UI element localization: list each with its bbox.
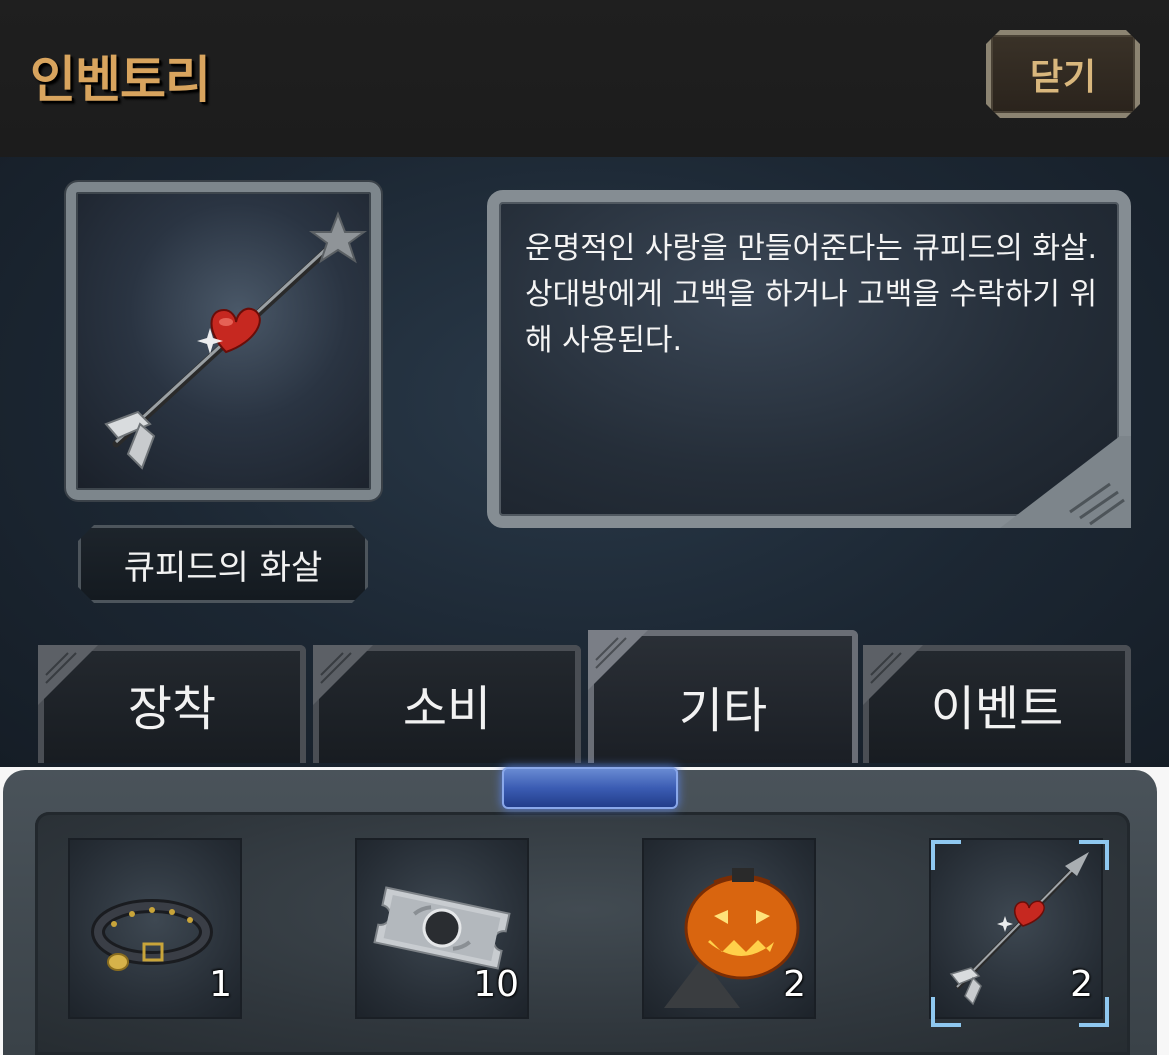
tab-corner-icon bbox=[863, 645, 923, 705]
item-description: 운명적인 사랑을 만들어준다는 큐피드의 화살. 상대방에게 고백을 하거나 고… bbox=[525, 231, 1098, 358]
tab-event[interactable]: 이벤트 bbox=[863, 645, 1131, 763]
item-preview bbox=[66, 182, 381, 500]
inventory-slot[interactable]: 2 bbox=[642, 838, 816, 1019]
page-title: 인벤토리 bbox=[30, 51, 211, 109]
tab-label: 기타 bbox=[678, 683, 768, 739]
tab-label: 소비 bbox=[402, 681, 492, 737]
header-bar: 인벤토리 닫기 bbox=[0, 0, 1169, 157]
item-count: 10 bbox=[473, 964, 519, 1005]
tab-label: 이벤트 bbox=[930, 681, 1064, 737]
tab-corner-icon bbox=[313, 645, 373, 705]
tab-corner-icon bbox=[588, 630, 648, 690]
item-name-plate: 큐피드의 화살 bbox=[78, 525, 368, 603]
tab-corner-icon bbox=[38, 645, 98, 705]
inventory-slot-selected[interactable]: 2 bbox=[929, 838, 1109, 1027]
close-button[interactable]: 닫기 bbox=[986, 30, 1140, 118]
item-count: 1 bbox=[209, 964, 232, 1005]
item-count: 2 bbox=[1070, 964, 1093, 1005]
inventory-slot[interactable]: 10 bbox=[355, 838, 529, 1019]
gem-ornament bbox=[502, 767, 678, 809]
tab-label: 장착 bbox=[127, 681, 217, 737]
tab-equip[interactable]: 장착 bbox=[38, 645, 306, 763]
panel-corner-decoration bbox=[1000, 436, 1131, 528]
tab-etc[interactable]: 기타 bbox=[588, 630, 858, 763]
item-count: 2 bbox=[783, 964, 806, 1005]
inventory-slot[interactable]: 1 bbox=[68, 838, 242, 1019]
cupid-arrow-icon bbox=[104, 211, 368, 470]
tab-consume[interactable]: 소비 bbox=[313, 645, 581, 763]
